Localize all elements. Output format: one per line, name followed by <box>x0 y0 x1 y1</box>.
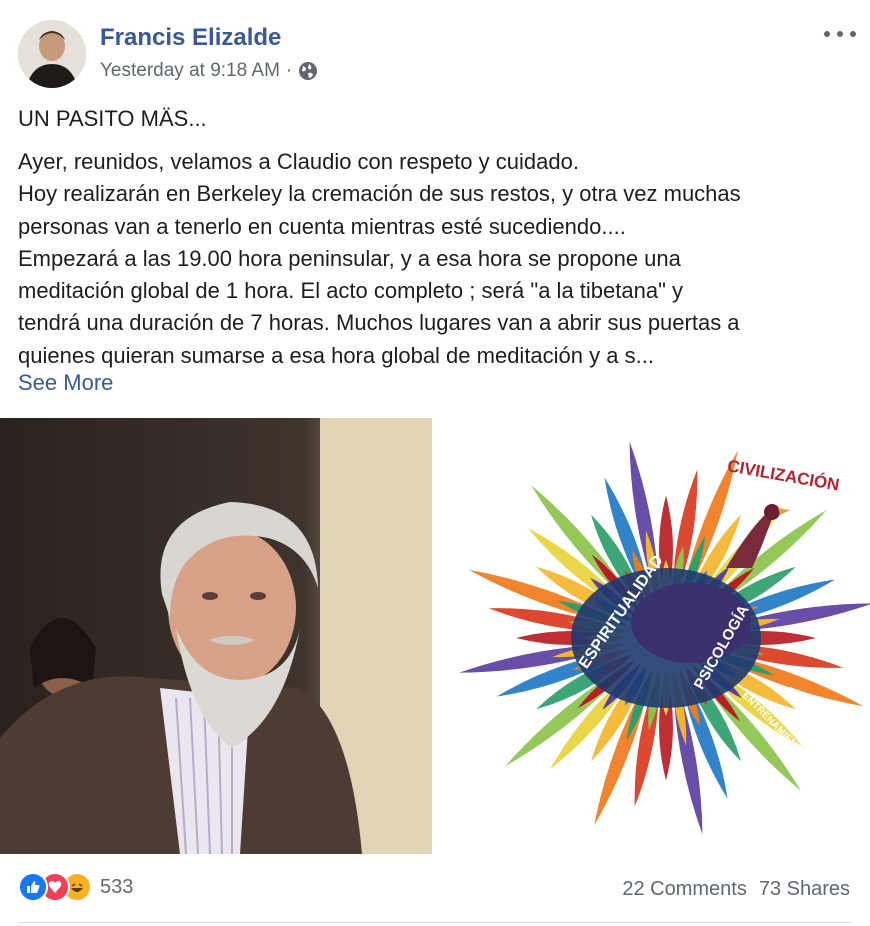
reaction-count: 533 <box>100 875 134 898</box>
comments-link[interactable]: 22 Comments <box>622 878 747 901</box>
meta-separator: · <box>285 60 293 81</box>
divider <box>18 922 852 923</box>
post-headline: UN PASITO MÄS... <box>18 106 207 131</box>
engagement-stats: 22 Comments 73 Shares <box>622 878 850 901</box>
reactions-summary[interactable]: 533 <box>18 872 133 902</box>
post-body-line: meditación global de 1 hora. El acto com… <box>18 278 684 304</box>
like-icon <box>18 872 48 902</box>
author-avatar[interactable] <box>18 20 86 88</box>
more-options-icon[interactable] <box>824 24 856 44</box>
author-name[interactable]: Francis Elizalde <box>100 24 281 52</box>
dot-icon <box>850 31 856 37</box>
post-body-line: Hoy realizarán en Berkeley la cremación … <box>18 181 741 207</box>
post-timestamp[interactable]: Yesterday at 9:18 AM <box>100 60 280 82</box>
post-body: Ayer, reunidos, velamos a Claudio con re… <box>18 146 858 372</box>
globe-icon[interactable] <box>298 61 318 81</box>
post-meta: Yesterday at 9:18 AM · <box>100 60 318 82</box>
post-body-line: tendrá una duración de 7 horas. Muchos l… <box>18 310 740 336</box>
post-body-line: Ayer, reunidos, velamos a Claudio con re… <box>18 149 579 174</box>
post-body-line: personas van a tenerlo en cuenta mientra… <box>18 213 626 239</box>
photo-portrait[interactable] <box>0 418 432 854</box>
dot-icon <box>837 31 843 37</box>
post-body-line: Empezará a las 19.00 hora peninsular, y … <box>18 245 681 271</box>
dot-icon <box>824 31 830 37</box>
see-more-link[interactable]: See More <box>18 370 113 396</box>
post-body-line: quienes quieran sumarse a esa hora globa… <box>18 342 654 368</box>
photo-phoenix-illustration[interactable]: CIVILIZACIÓN ESPIRITUALIDAD PSICOLOGÍA E… <box>436 418 870 854</box>
shares-link[interactable]: 73 Shares <box>759 878 850 901</box>
facebook-post: Francis Elizalde Yesterday at 9:18 AM · … <box>0 0 870 926</box>
